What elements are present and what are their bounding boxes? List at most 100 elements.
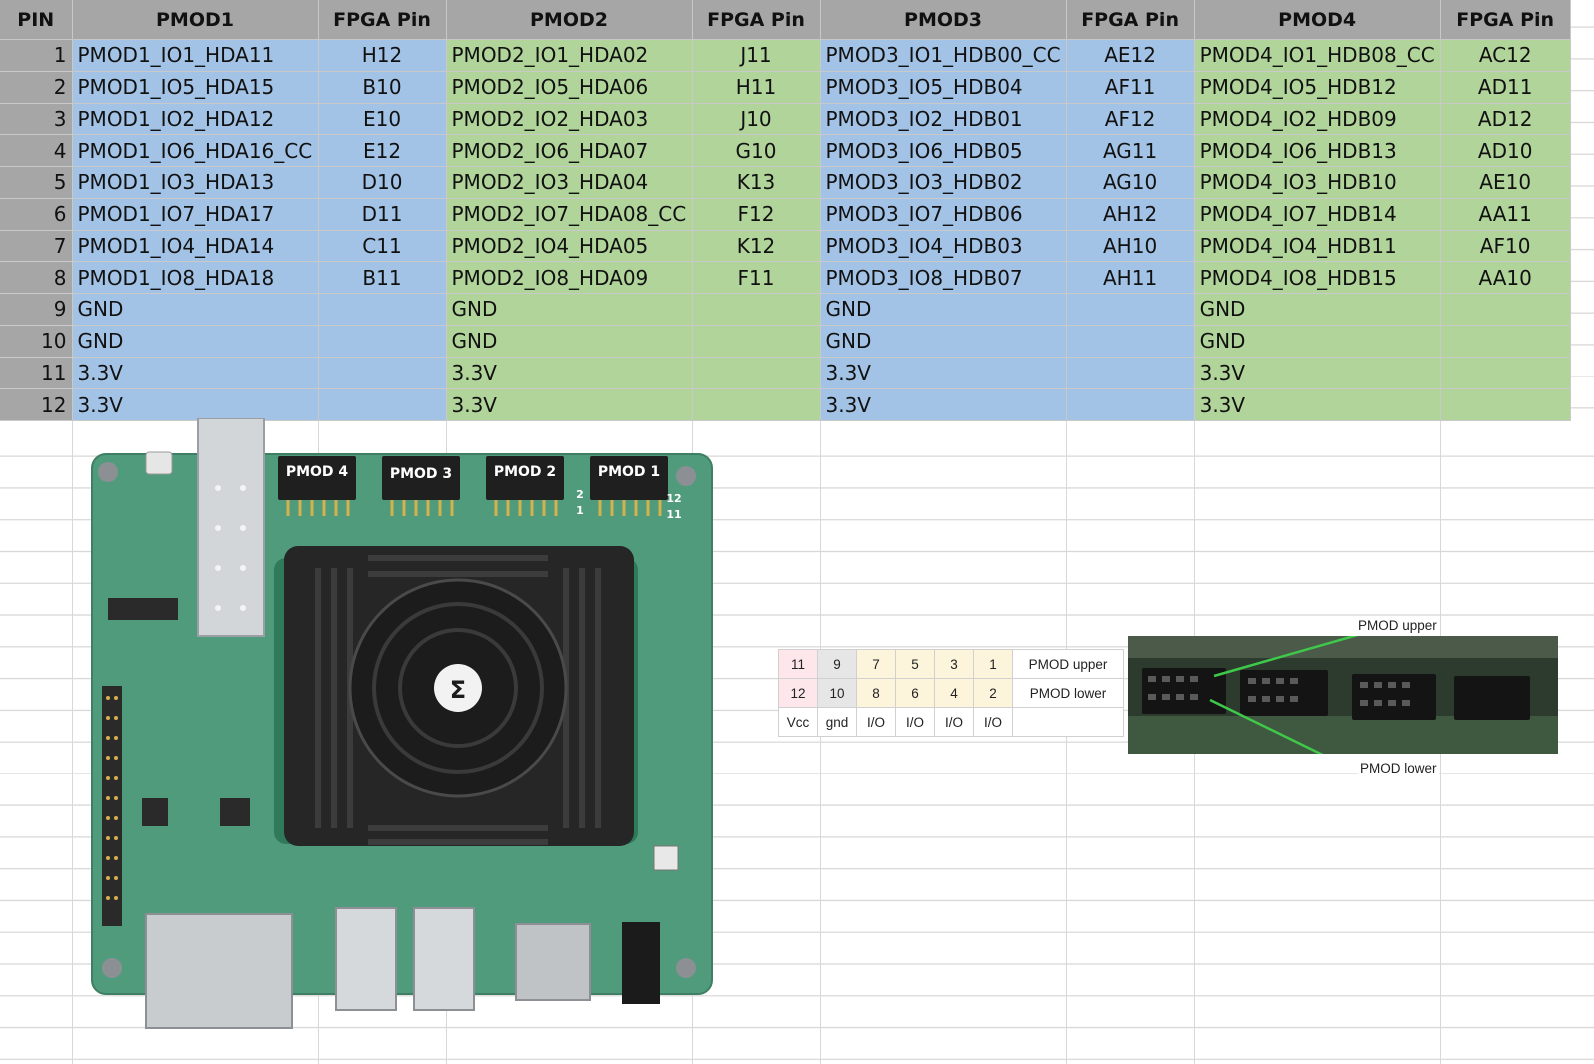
fpga-pin-cell[interactable]: [1440, 325, 1571, 358]
fpga-pin-cell[interactable]: J11: [692, 39, 821, 72]
table-row[interactable]: 12 3.3V 3.3V 3.3V 3.3V: [0, 388, 1571, 421]
fpga-pin-cell[interactable]: AE12: [1066, 39, 1195, 72]
table-row[interactable]: 10 GND GND GND GND: [0, 325, 1571, 358]
pin-number-cell[interactable]: 6: [0, 198, 73, 231]
fpga-pin-cell[interactable]: [692, 325, 821, 358]
fpga-pin-cell[interactable]: AF10: [1440, 230, 1571, 263]
fpga-pin-cell[interactable]: [692, 388, 821, 421]
signal-name-cell[interactable]: PMOD1_IO6_HDA16_CC: [72, 134, 319, 167]
pin-number-cell[interactable]: 5: [0, 166, 73, 199]
pin-number-cell[interactable]: 11: [0, 357, 73, 390]
col-header-fpga-pin-4[interactable]: FPGA Pin: [1440, 0, 1571, 40]
signal-name-cell[interactable]: PMOD4_IO8_HDB15: [1194, 261, 1441, 294]
signal-name-cell[interactable]: GND: [1194, 293, 1441, 326]
signal-name-cell[interactable]: PMOD3_IO2_HDB01: [820, 103, 1067, 136]
fpga-pin-cell[interactable]: AH12: [1066, 198, 1195, 231]
fpga-pin-cell[interactable]: AA10: [1440, 261, 1571, 294]
fpga-pin-cell[interactable]: AH10: [1066, 230, 1195, 263]
fpga-pin-cell[interactable]: K12: [692, 230, 821, 263]
signal-name-cell[interactable]: PMOD3_IO1_HDB00_CC: [820, 39, 1067, 72]
col-header-pmod1[interactable]: PMOD1: [72, 0, 319, 40]
fpga-pin-cell[interactable]: [1066, 357, 1195, 390]
fpga-pin-cell[interactable]: AD11: [1440, 71, 1571, 104]
fpga-pin-cell[interactable]: [692, 357, 821, 390]
pin-number-cell[interactable]: 4: [0, 134, 73, 167]
signal-name-cell[interactable]: PMOD3_IO7_HDB06: [820, 198, 1067, 231]
signal-name-cell[interactable]: GND: [72, 293, 319, 326]
signal-name-cell[interactable]: PMOD2_IO4_HDA05: [446, 230, 693, 263]
fpga-pin-cell[interactable]: [692, 293, 821, 326]
col-header-pmod3[interactable]: PMOD3: [820, 0, 1067, 40]
pin-number-cell[interactable]: 1: [0, 39, 73, 72]
signal-name-cell[interactable]: GND: [446, 293, 693, 326]
fpga-pin-cell[interactable]: [1440, 388, 1571, 421]
signal-name-cell[interactable]: PMOD3_IO3_HDB02: [820, 166, 1067, 199]
fpga-pin-cell[interactable]: G10: [692, 134, 821, 167]
fpga-pin-cell[interactable]: AG11: [1066, 134, 1195, 167]
signal-name-cell[interactable]: PMOD2_IO2_HDA03: [446, 103, 693, 136]
fpga-pin-cell[interactable]: AD10: [1440, 134, 1571, 167]
signal-name-cell[interactable]: PMOD2_IO1_HDA02: [446, 39, 693, 72]
table-row[interactable]: 8 PMOD1_IO8_HDA18 B11 PMOD2_IO8_HDA09 F11 PMO…: [0, 261, 1571, 294]
fpga-pin-cell[interactable]: AE10: [1440, 166, 1571, 199]
signal-name-cell[interactable]: GND: [446, 325, 693, 358]
fpga-pin-cell[interactable]: [1066, 388, 1195, 421]
signal-name-cell[interactable]: PMOD1_IO7_HDA17: [72, 198, 319, 231]
fpga-pin-cell[interactable]: B11: [318, 261, 447, 294]
fpga-pin-cell[interactable]: [318, 293, 447, 326]
signal-name-cell[interactable]: 3.3V: [72, 388, 319, 421]
signal-name-cell[interactable]: PMOD1_IO2_HDA12: [72, 103, 319, 136]
pin-number-cell[interactable]: 3: [0, 103, 73, 136]
signal-name-cell[interactable]: 3.3V: [820, 388, 1067, 421]
table-row[interactable]: 11 3.3V 3.3V 3.3V 3.3V: [0, 357, 1571, 390]
signal-name-cell[interactable]: PMOD4_IO6_HDB13: [1194, 134, 1441, 167]
fpga-pin-cell[interactable]: AH11: [1066, 261, 1195, 294]
signal-name-cell[interactable]: PMOD4_IO7_HDB14: [1194, 198, 1441, 231]
fpga-pin-cell[interactable]: AF12: [1066, 103, 1195, 136]
signal-name-cell[interactable]: PMOD4_IO5_HDB12: [1194, 71, 1441, 104]
signal-name-cell[interactable]: PMOD1_IO3_HDA13: [72, 166, 319, 199]
fpga-pin-cell[interactable]: K13: [692, 166, 821, 199]
signal-name-cell[interactable]: PMOD3_IO6_HDB05: [820, 134, 1067, 167]
pin-number-cell[interactable]: 9: [0, 293, 73, 326]
signal-name-cell[interactable]: PMOD3_IO8_HDB07: [820, 261, 1067, 294]
pin-number-cell[interactable]: 8: [0, 261, 73, 294]
fpga-pin-cell[interactable]: AF11: [1066, 71, 1195, 104]
signal-name-cell[interactable]: PMOD1_IO5_HDA15: [72, 71, 319, 104]
fpga-pin-cell[interactable]: D11: [318, 198, 447, 231]
signal-name-cell[interactable]: PMOD4_IO3_HDB10: [1194, 166, 1441, 199]
signal-name-cell[interactable]: PMOD3_IO5_HDB04: [820, 71, 1067, 104]
col-header-pmod4[interactable]: PMOD4: [1194, 0, 1441, 40]
signal-name-cell[interactable]: GND: [820, 325, 1067, 358]
signal-name-cell[interactable]: PMOD1_IO8_HDA18: [72, 261, 319, 294]
signal-name-cell[interactable]: 3.3V: [72, 357, 319, 390]
signal-name-cell[interactable]: PMOD1_IO4_HDA14: [72, 230, 319, 263]
signal-name-cell[interactable]: GND: [72, 325, 319, 358]
signal-name-cell[interactable]: PMOD2_IO7_HDA08_CC: [446, 198, 693, 231]
fpga-pin-cell[interactable]: [318, 388, 447, 421]
col-header-fpga-pin-3[interactable]: FPGA Pin: [1066, 0, 1195, 40]
table-row[interactable]: 2 PMOD1_IO5_HDA15 B10 PMOD2_IO5_HDA06 H11 PMO…: [0, 71, 1571, 104]
signal-name-cell[interactable]: PMOD1_IO1_HDA11: [72, 39, 319, 72]
fpga-pin-cell[interactable]: E10: [318, 103, 447, 136]
fpga-pin-cell[interactable]: F12: [692, 198, 821, 231]
fpga-pin-cell[interactable]: [1440, 357, 1571, 390]
pin-number-cell[interactable]: 7: [0, 230, 73, 263]
table-row[interactable]: 9 GND GND GND GND: [0, 293, 1571, 326]
fpga-pin-cell[interactable]: AA11: [1440, 198, 1571, 231]
table-row[interactable]: 5 PMOD1_IO3_HDA13 D10 PMOD2_IO3_HDA04 K13 PMO…: [0, 166, 1571, 199]
fpga-pin-cell[interactable]: [318, 325, 447, 358]
signal-name-cell[interactable]: 3.3V: [446, 388, 693, 421]
signal-name-cell[interactable]: PMOD2_IO6_HDA07: [446, 134, 693, 167]
col-header-fpga-pin-1[interactable]: FPGA Pin: [318, 0, 447, 40]
col-header-pin[interactable]: PIN: [0, 0, 73, 40]
fpga-pin-cell[interactable]: [1066, 293, 1195, 326]
signal-name-cell[interactable]: GND: [1194, 325, 1441, 358]
signal-name-cell[interactable]: 3.3V: [820, 357, 1067, 390]
fpga-pin-cell[interactable]: H12: [318, 39, 447, 72]
fpga-pin-cell[interactable]: H11: [692, 71, 821, 104]
col-header-fpga-pin-2[interactable]: FPGA Pin: [692, 0, 821, 40]
signal-name-cell[interactable]: 3.3V: [1194, 357, 1441, 390]
table-row[interactable]: 1 PMOD1_IO1_HDA11 H12 PMOD2_IO1_HDA02 J11 PMO…: [0, 39, 1571, 72]
table-row[interactable]: 3 PMOD1_IO2_HDA12 E10 PMOD2_IO2_HDA03 J10 PMO…: [0, 103, 1571, 136]
